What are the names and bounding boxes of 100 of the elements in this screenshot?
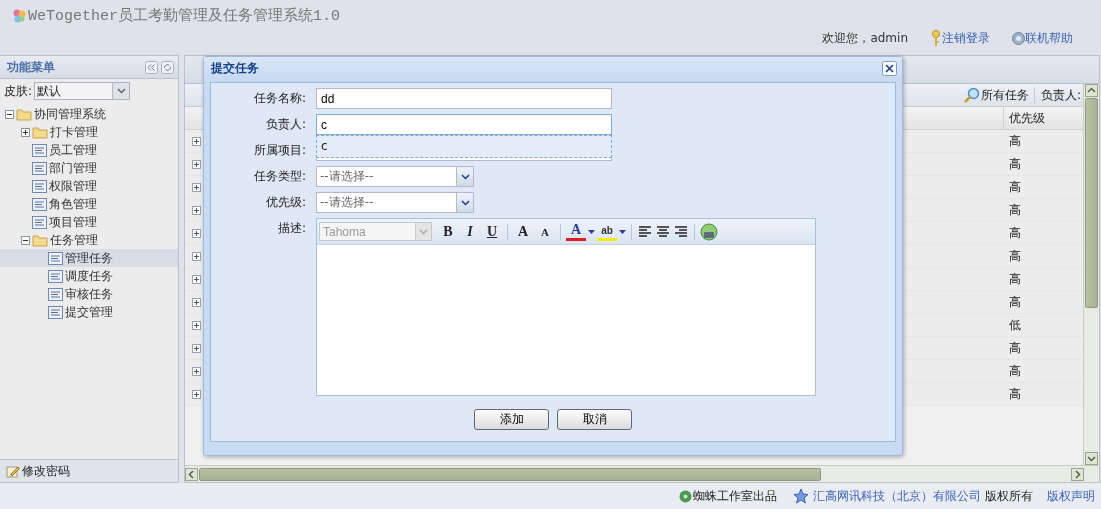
assignee-label: 负责人:: [1040, 86, 1081, 104]
tree-item[interactable]: 任务管理: [0, 231, 178, 249]
priority-cell-text: 高: [1008, 247, 1022, 265]
scroll-right-icon[interactable]: [1071, 467, 1084, 481]
caret-icon[interactable]: [619, 229, 626, 234]
folder-icon: [16, 107, 32, 121]
scroll-down-icon[interactable]: [1085, 452, 1098, 465]
cancel-button[interactable]: 取消: [557, 409, 632, 430]
tree-item[interactable]: 权限管理: [0, 177, 178, 195]
align-right-icon[interactable]: [673, 224, 689, 239]
tree-item[interactable]: 员工管理: [0, 141, 178, 159]
tree-item[interactable]: 项目管理: [0, 213, 178, 231]
page-icon: [48, 269, 63, 283]
tree-item[interactable]: 管理任务: [0, 249, 178, 267]
text-field[interactable]: c: [316, 114, 612, 135]
circle-icon: [679, 489, 692, 503]
folder-icon: [32, 125, 48, 139]
all-tasks-button[interactable]: 所有任务: [962, 86, 1035, 104]
tree-item[interactable]: 打卡管理: [0, 123, 178, 141]
dialog-title: 提交任务: [211, 60, 259, 77]
tree-item[interactable]: 角色管理: [0, 195, 178, 213]
copyright-link[interactable]: 版权声明: [1047, 487, 1095, 505]
collapse-icon[interactable]: [145, 60, 158, 74]
grow-font-button[interactable]: A: [513, 221, 533, 242]
text-field[interactable]: dd: [316, 88, 612, 109]
star-icon: [793, 488, 809, 504]
expand-row-icon[interactable]: [191, 274, 201, 284]
suggestion-item[interactable]: c: [317, 136, 611, 157]
underline-button[interactable]: U: [482, 221, 502, 242]
shrink-font-button[interactable]: A: [535, 221, 555, 242]
expand-toggle-icon[interactable]: [21, 127, 30, 137]
align-left-icon[interactable]: [637, 224, 653, 239]
page-icon: [48, 287, 63, 301]
app-title: WeTogether员工考勤管理及任务管理系统1.0: [28, 6, 341, 25]
help-link[interactable]: 联机帮助: [1025, 30, 1073, 47]
add-button[interactable]: 添加: [474, 409, 549, 430]
priority-cell-text: 高: [1008, 385, 1022, 403]
priority-cell-text: 高: [1008, 201, 1022, 219]
field-label: 任务类型:: [252, 168, 307, 185]
bold-button[interactable]: B: [438, 221, 458, 242]
italic-button[interactable]: I: [460, 221, 480, 242]
tree-item[interactable]: 部门管理: [0, 159, 178, 177]
page-icon: [32, 197, 47, 211]
company-link[interactable]: 汇高网讯科技（北京）有限公司: [813, 487, 981, 505]
tree-item[interactable]: 审核任务: [0, 285, 178, 303]
edit-icon: [6, 464, 20, 478]
font-color-button[interactable]: A: [566, 222, 586, 241]
welcome-text: 欢迎您，admin: [822, 30, 908, 47]
priority-cell-text: 高: [1008, 178, 1022, 196]
expand-row-icon[interactable]: [191, 205, 201, 215]
field-label: 所属项目:: [252, 142, 307, 159]
scroll-left-icon[interactable]: [185, 467, 198, 481]
caret-icon[interactable]: [588, 229, 595, 234]
highlight-button[interactable]: ab: [597, 222, 617, 241]
page-icon: [32, 143, 47, 157]
tree-item[interactable]: 协同管理系统: [0, 105, 178, 123]
field-label: 任务名称:: [252, 90, 307, 107]
priority-cell-text: 低: [1008, 316, 1022, 334]
skin-label: 皮肤:: [4, 82, 33, 100]
expand-row-icon[interactable]: [191, 136, 201, 146]
skin-select[interactable]: 默认: [34, 82, 131, 100]
page-icon: [32, 215, 47, 229]
panel-title: 功能菜单: [7, 58, 55, 76]
field-label: 描述:: [276, 220, 307, 237]
expand-row-icon[interactable]: [191, 389, 201, 399]
tree-item[interactable]: 提交管理: [0, 303, 178, 321]
rights-text: 版权所有: [985, 487, 1033, 505]
expand-row-icon[interactable]: [191, 159, 201, 169]
align-center-icon[interactable]: [655, 224, 671, 239]
key-icon: [930, 30, 942, 47]
priority-cell-text: 高: [1008, 224, 1022, 242]
horizontal-scrollbar[interactable]: [185, 465, 1099, 482]
priority-cell-text: 高: [1008, 132, 1022, 150]
close-icon[interactable]: [882, 61, 897, 76]
refresh-icon[interactable]: [161, 60, 174, 74]
collapse-toggle-icon[interactable]: [5, 109, 14, 119]
field-label: 优先级:: [264, 194, 307, 211]
scroll-up-icon[interactable]: [1085, 84, 1098, 97]
expand-row-icon[interactable]: [191, 366, 201, 376]
priority-cell-text: 高: [1008, 339, 1022, 357]
expand-row-icon[interactable]: [191, 182, 201, 192]
expand-row-icon[interactable]: [191, 297, 201, 307]
select-field[interactable]: --请选择--: [316, 166, 474, 187]
priority-cell-text: 高: [1008, 293, 1022, 311]
search-icon: [962, 86, 980, 104]
help-icon: [1012, 32, 1025, 45]
page-icon: [32, 179, 47, 193]
expand-row-icon[interactable]: [191, 228, 201, 238]
page-icon: [48, 251, 63, 265]
vertical-scrollbar[interactable]: [1083, 84, 1099, 465]
expand-row-icon[interactable]: [191, 343, 201, 353]
collapse-toggle-icon[interactable]: [21, 235, 30, 245]
page-icon: [48, 305, 63, 319]
tree-item[interactable]: 调度任务: [0, 267, 178, 285]
expand-row-icon[interactable]: [191, 251, 201, 261]
expand-row-icon[interactable]: [191, 320, 201, 330]
select-field[interactable]: --请选择--: [316, 192, 474, 213]
priority-cell-text: 高: [1008, 362, 1022, 380]
logout-link[interactable]: 注销登录: [942, 30, 990, 47]
priority-cell-text: 高: [1008, 270, 1022, 288]
